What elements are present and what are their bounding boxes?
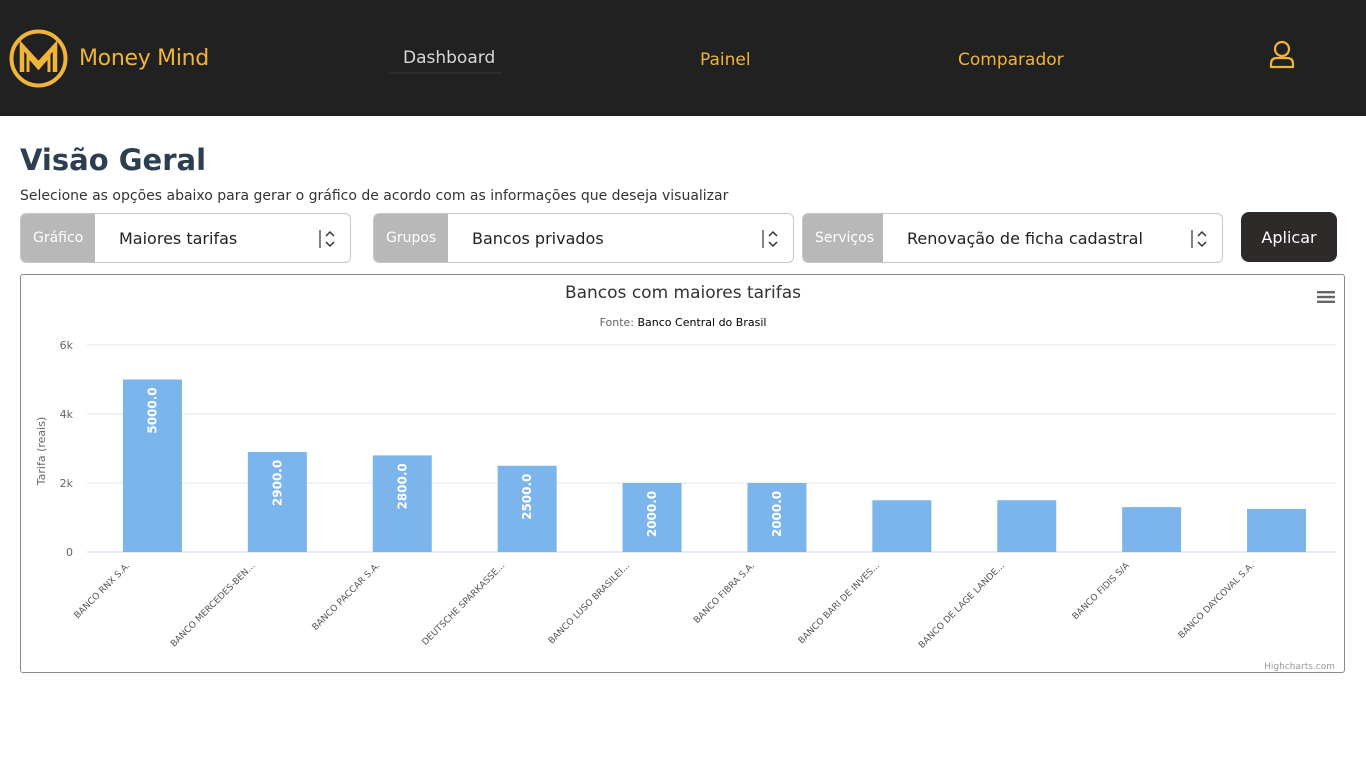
money-mind-logo-icon[interactable] — [8, 28, 69, 89]
x-axis-labels: BANCO RNX S.A. BANCO MERCEDES-BEN... BANCO… — [73, 560, 1257, 650]
navbar: Money Mind Dashboard Painel Comparador — [0, 0, 1366, 116]
grupos-selected-option: Bancos privados — [472, 228, 604, 248]
select-arrows-icon — [762, 230, 778, 248]
nav-active-indicator — [388, 72, 502, 74]
x-category-label: BANCO LUSO BRASILEI... — [547, 561, 632, 646]
apply-button[interactable]: Aplicar — [1241, 212, 1337, 262]
chart-subtitle-prefix: Fonte: — [600, 316, 638, 329]
grupos-select[interactable]: Grupos Bancos privados — [373, 213, 794, 263]
select-arrows-icon — [319, 230, 335, 248]
bar[interactable] — [1122, 507, 1182, 552]
grupos-select-label: Grupos — [374, 214, 448, 262]
x-category-label: BANCO FIBRA S.A. — [692, 561, 757, 626]
y-tick-label: 4k — [60, 408, 74, 421]
x-category-label: BANCO DE LAGE LANDE... — [917, 561, 1007, 651]
x-category-label: BANCO RNX S.A. — [73, 561, 133, 621]
grafico-select[interactable]: Gráfico Maiores tarifas — [20, 213, 351, 263]
bar[interactable] — [997, 500, 1057, 552]
nav-painel[interactable]: Painel — [700, 50, 751, 70]
x-category-label: BANCO FIDIS S/A — [1071, 560, 1133, 622]
bar[interactable] — [872, 500, 932, 552]
bar-chart: Bancos com maiores tarifas Fonte: Banco … — [35, 283, 1336, 672]
chart-credits[interactable]: Highcharts.com — [1264, 662, 1335, 672]
y-tick-label: 2k — [60, 477, 74, 490]
bar-data-label: 2000.0 — [645, 491, 659, 537]
x-category-label: BANCO PACCAR S.A. — [311, 561, 383, 633]
select-arrows-icon — [1191, 230, 1207, 248]
x-category-label: BANCO BARI DE INVES... — [797, 561, 882, 646]
page-title: Visão Geral — [20, 143, 207, 177]
grupos-select-value[interactable]: Bancos privados — [448, 214, 793, 262]
bar-data-label: 2500.0 — [520, 474, 534, 520]
servicos-select-value[interactable]: Renovação de ficha cadastral — [883, 214, 1222, 262]
bar[interactable] — [1247, 508, 1307, 552]
servicos-select[interactable]: Serviços Renovação de ficha cadastral — [802, 213, 1223, 263]
page-subtitle: Selecione as opções abaixo para gerar o … — [20, 188, 729, 204]
y-axis-title: Tarifa (reais) — [35, 417, 48, 487]
x-category-label: BANCO MERCEDES-BEN... — [169, 561, 257, 649]
grafico-select-value[interactable]: Maiores tarifas — [95, 214, 350, 262]
grafico-selected-option: Maiores tarifas — [119, 228, 238, 248]
bar-data-label: 2000.0 — [770, 491, 784, 537]
chart-container: Bancos com maiores tarifas Fonte: Banco … — [20, 274, 1345, 673]
user-icon[interactable] — [1268, 40, 1296, 70]
brand-name[interactable]: Money Mind — [79, 46, 209, 71]
chart-subtitle: Fonte: Banco Central do Brasil — [600, 316, 767, 329]
chart-menu-icon[interactable] — [1317, 290, 1335, 304]
bar-data-label: 2900.0 — [270, 460, 284, 506]
y-tick-label: 6k — [60, 339, 74, 352]
x-category-label: DEUTSCHE SPARKASSE... — [421, 561, 508, 648]
grafico-select-label: Gráfico — [21, 214, 95, 262]
nav-comparador[interactable]: Comparador — [958, 50, 1064, 70]
x-category-label: BANCO DAYCOVAL S.A. — [1177, 561, 1257, 641]
y-tick-label: 0 — [66, 546, 73, 559]
servicos-selected-option: Renovação de ficha cadastral — [907, 228, 1143, 248]
bar-data-label: 2800.0 — [395, 463, 409, 509]
chart-subtitle-source: Banco Central do Brasil — [637, 316, 766, 329]
bars: 5000.0 2900.0 2800.0 2500.0 2000.0 2000.0 — [122, 379, 1307, 552]
chart-title: Bancos com maiores tarifas — [565, 283, 801, 303]
servicos-select-label: Serviços — [803, 214, 883, 262]
y-axis-ticks: 0 2k 4k 6k — [60, 339, 74, 559]
bar-data-label: 5000.0 — [145, 387, 159, 433]
nav-dashboard[interactable]: Dashboard — [403, 48, 495, 68]
